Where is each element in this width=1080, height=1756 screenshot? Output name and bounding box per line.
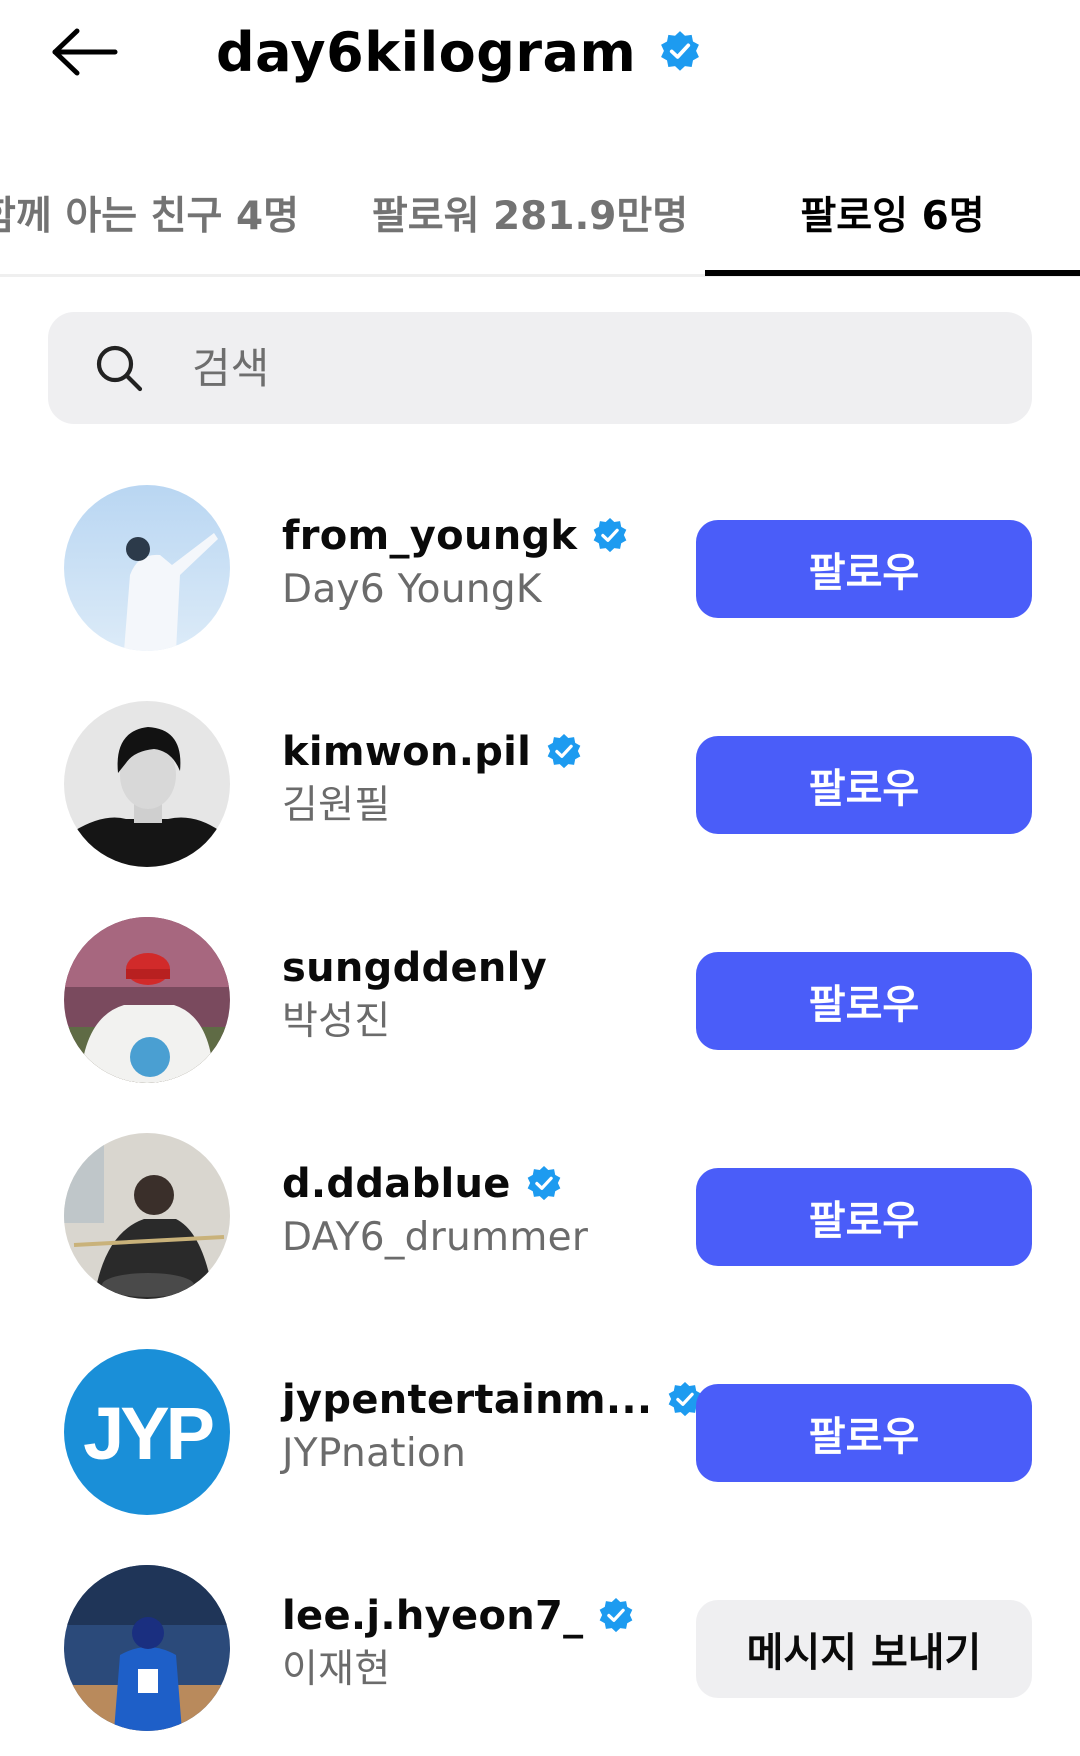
account-info: from_youngk Day6 YoungK (282, 508, 682, 616)
list-item[interactable]: JYP jypentertainm... JYPnation 팔로우 (0, 1324, 1080, 1540)
follow-button[interactable]: 팔로우 (696, 736, 1032, 834)
search-input[interactable] (190, 342, 994, 394)
account-info: jypentertainm... JYPnation (282, 1372, 702, 1480)
list-item[interactable]: sungddenly 박성진 팔로우 (0, 892, 1080, 1108)
avatar[interactable] (64, 701, 230, 867)
profile-title: day6kilogram (216, 12, 702, 92)
account-info: d.ddablue DAY6_drummer (282, 1156, 682, 1264)
verified-badge-icon (661, 31, 700, 71)
back-button[interactable] (42, 20, 126, 84)
avatar[interactable] (64, 917, 230, 1083)
account-username[interactable]: from_youngk (282, 513, 577, 559)
account-full-name: Day6 YoungK (282, 567, 542, 612)
follow-button[interactable]: 팔로우 (696, 1168, 1032, 1266)
account-full-name: JYPnation (282, 1431, 467, 1476)
active-tab-indicator (705, 270, 1080, 276)
account-username[interactable]: lee.j.hyeon7_ (282, 1593, 583, 1639)
verified-badge-icon (594, 517, 627, 553)
account-full-name: 김원필 (282, 783, 391, 828)
list-item[interactable]: lee.j.hyeon7_ 이재현 메시지 보내기 (0, 1540, 1080, 1756)
verified-badge-icon (527, 1165, 561, 1201)
jyp-logo-text: JYP (83, 1392, 213, 1475)
avatar[interactable]: JYP (64, 1349, 230, 1515)
account-username[interactable]: sungddenly (282, 945, 547, 991)
back-arrow-icon (52, 28, 118, 76)
tab-mutual-friends[interactable]: 함께 아는 친구 4명 (0, 150, 310, 276)
verified-badge-icon (547, 733, 581, 769)
list-item[interactable]: d.ddablue DAY6_drummer 팔로우 (0, 1108, 1080, 1324)
follow-button[interactable]: 팔로우 (696, 952, 1032, 1050)
account-username[interactable]: kimwon.pil (282, 729, 531, 775)
follow-tabs: 함께 아는 친구 4명 팔로워 281.9만명 팔로잉 6명 (0, 150, 1080, 280)
list-item[interactable]: from_youngk Day6 YoungK 팔로우 (0, 460, 1080, 676)
account-full-name: 이재현 (282, 1647, 391, 1692)
account-full-name: 박성진 (282, 999, 391, 1044)
search-bar[interactable] (48, 312, 1032, 424)
account-full-name: DAY6_drummer (282, 1215, 589, 1260)
account-info: kimwon.pil 김원필 (282, 724, 682, 832)
account-info: lee.j.hyeon7_ 이재현 (282, 1588, 682, 1696)
profile-username: day6kilogram (216, 20, 637, 84)
avatar[interactable] (64, 485, 230, 651)
follow-button[interactable]: 팔로우 (696, 1384, 1032, 1482)
tab-followers[interactable]: 팔로워 281.9만명 (360, 150, 700, 276)
account-username[interactable]: d.ddablue (282, 1161, 511, 1207)
verified-badge-icon (600, 1597, 633, 1633)
avatar[interactable] (64, 1133, 230, 1299)
follow-button[interactable]: 팔로우 (696, 520, 1032, 618)
account-username[interactable]: jypentertainm... (282, 1377, 652, 1423)
tab-following[interactable]: 팔로잉 6명 (705, 150, 1080, 276)
following-list: from_youngk Day6 YoungK 팔로우 kimwon.pil 김… (0, 460, 1080, 1756)
top-bar: day6kilogram (0, 0, 1080, 110)
search-icon (96, 345, 143, 392)
message-button[interactable]: 메시지 보내기 (696, 1600, 1032, 1698)
avatar[interactable] (64, 1565, 230, 1731)
account-info: sungddenly 박성진 (282, 940, 682, 1048)
list-item[interactable]: kimwon.pil 김원필 팔로우 (0, 676, 1080, 892)
